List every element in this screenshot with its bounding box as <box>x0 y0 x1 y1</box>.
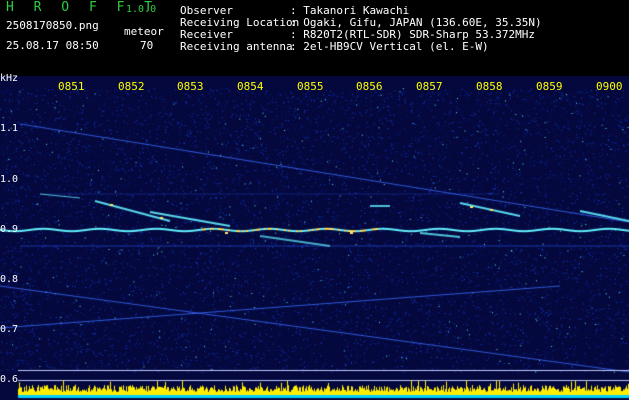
y-tick-0.7: 0.7 <box>0 324 19 335</box>
time-tick-0900: 0900 <box>596 80 623 93</box>
y-unit-label: kHz <box>0 73 19 84</box>
app-version: 1.0.0 <box>126 4 157 15</box>
antenna-label: Receiving antenna <box>180 40 293 53</box>
y-tick-0.9: 0.9 <box>0 224 19 235</box>
antenna-value: : 2el-HB9CV Vertical (el. E-W) <box>290 40 489 53</box>
datetime: 25.08.17 08:50 <box>6 39 99 52</box>
time-tick-0851: 0851 <box>58 80 85 93</box>
time-tick-0859: 0859 <box>536 80 563 93</box>
time-tick-0858: 0858 <box>476 80 503 93</box>
time-tick-0852: 0852 <box>118 80 145 93</box>
time-tick-0853: 0853 <box>177 80 204 93</box>
time-tick-0855: 0855 <box>297 80 324 93</box>
y-tick-1.1: 1.1 <box>0 123 19 134</box>
time-tick-0856: 0856 <box>356 80 383 93</box>
mode-label: meteor <box>124 25 164 38</box>
time-tick-0854: 0854 <box>237 80 264 93</box>
file-name: 2508170850.png <box>6 19 99 32</box>
header-panel: H R O F F T 1.0.0 2508170850.png meteor … <box>0 0 629 76</box>
spectrogram-canvas <box>0 76 629 400</box>
y-tick-0.6: 0.6 <box>0 374 19 385</box>
mode-value: 70 <box>140 39 154 52</box>
y-tick-0.8: 0.8 <box>0 274 19 285</box>
y-tick-1.0: 1.0 <box>0 174 19 185</box>
time-tick-0857: 0857 <box>416 80 443 93</box>
